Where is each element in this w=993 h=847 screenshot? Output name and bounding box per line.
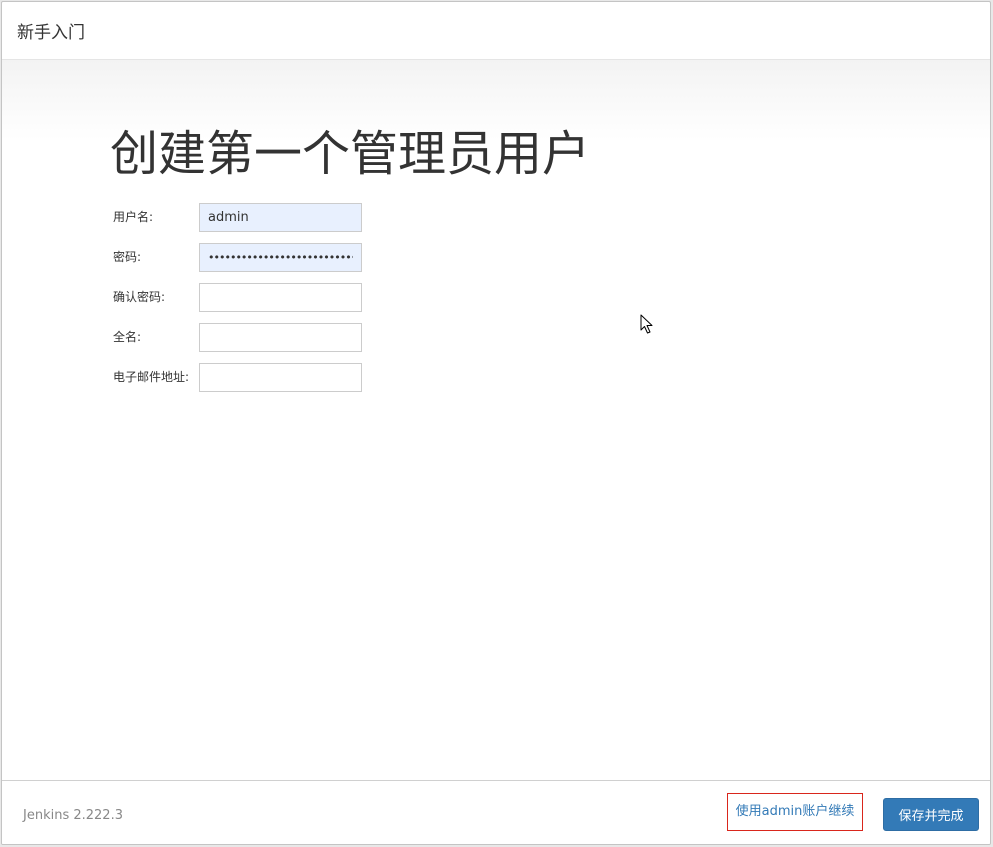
- setup-wizard-dialog: 新手入门 创建第一个管理员用户 用户名: 密码: 确认密码: 全名: 电子邮件地…: [1, 1, 991, 845]
- username-label: 用户名:: [113, 210, 154, 224]
- dialog-footer: Jenkins 2.222.3 使用admin账户继续 保存并完成: [2, 780, 990, 844]
- dialog-content: 创建第一个管理员用户 用户名: 密码: 确认密码: 全名: 电子邮件地址:: [2, 60, 990, 780]
- email-row: 电子邮件地址:: [113, 363, 373, 393]
- email-label: 电子邮件地址:: [113, 370, 190, 384]
- mouse-pointer-icon: [640, 314, 653, 334]
- password-label: 密码:: [113, 250, 142, 264]
- fullname-row: 全名:: [113, 323, 373, 353]
- version-label: Jenkins 2.222.3: [23, 808, 123, 823]
- save-and-finish-button[interactable]: 保存并完成: [883, 798, 979, 831]
- fullname-label: 全名:: [113, 330, 142, 344]
- confirm-password-input[interactable]: [199, 283, 362, 312]
- username-row: 用户名:: [113, 203, 373, 233]
- dialog-header: 新手入门: [2, 2, 990, 60]
- confirm-password-label: 确认密码:: [113, 290, 166, 304]
- email-input[interactable]: [199, 363, 362, 392]
- dialog-title: 新手入门: [17, 23, 85, 43]
- password-input[interactable]: [199, 243, 362, 272]
- page-title: 创建第一个管理员用户: [110, 126, 591, 182]
- fullname-input[interactable]: [199, 323, 362, 352]
- confirm-password-row: 确认密码:: [113, 283, 373, 313]
- continue-as-admin-button[interactable]: 使用admin账户继续: [727, 793, 863, 831]
- username-input[interactable]: [199, 203, 362, 232]
- password-row: 密码:: [113, 243, 373, 273]
